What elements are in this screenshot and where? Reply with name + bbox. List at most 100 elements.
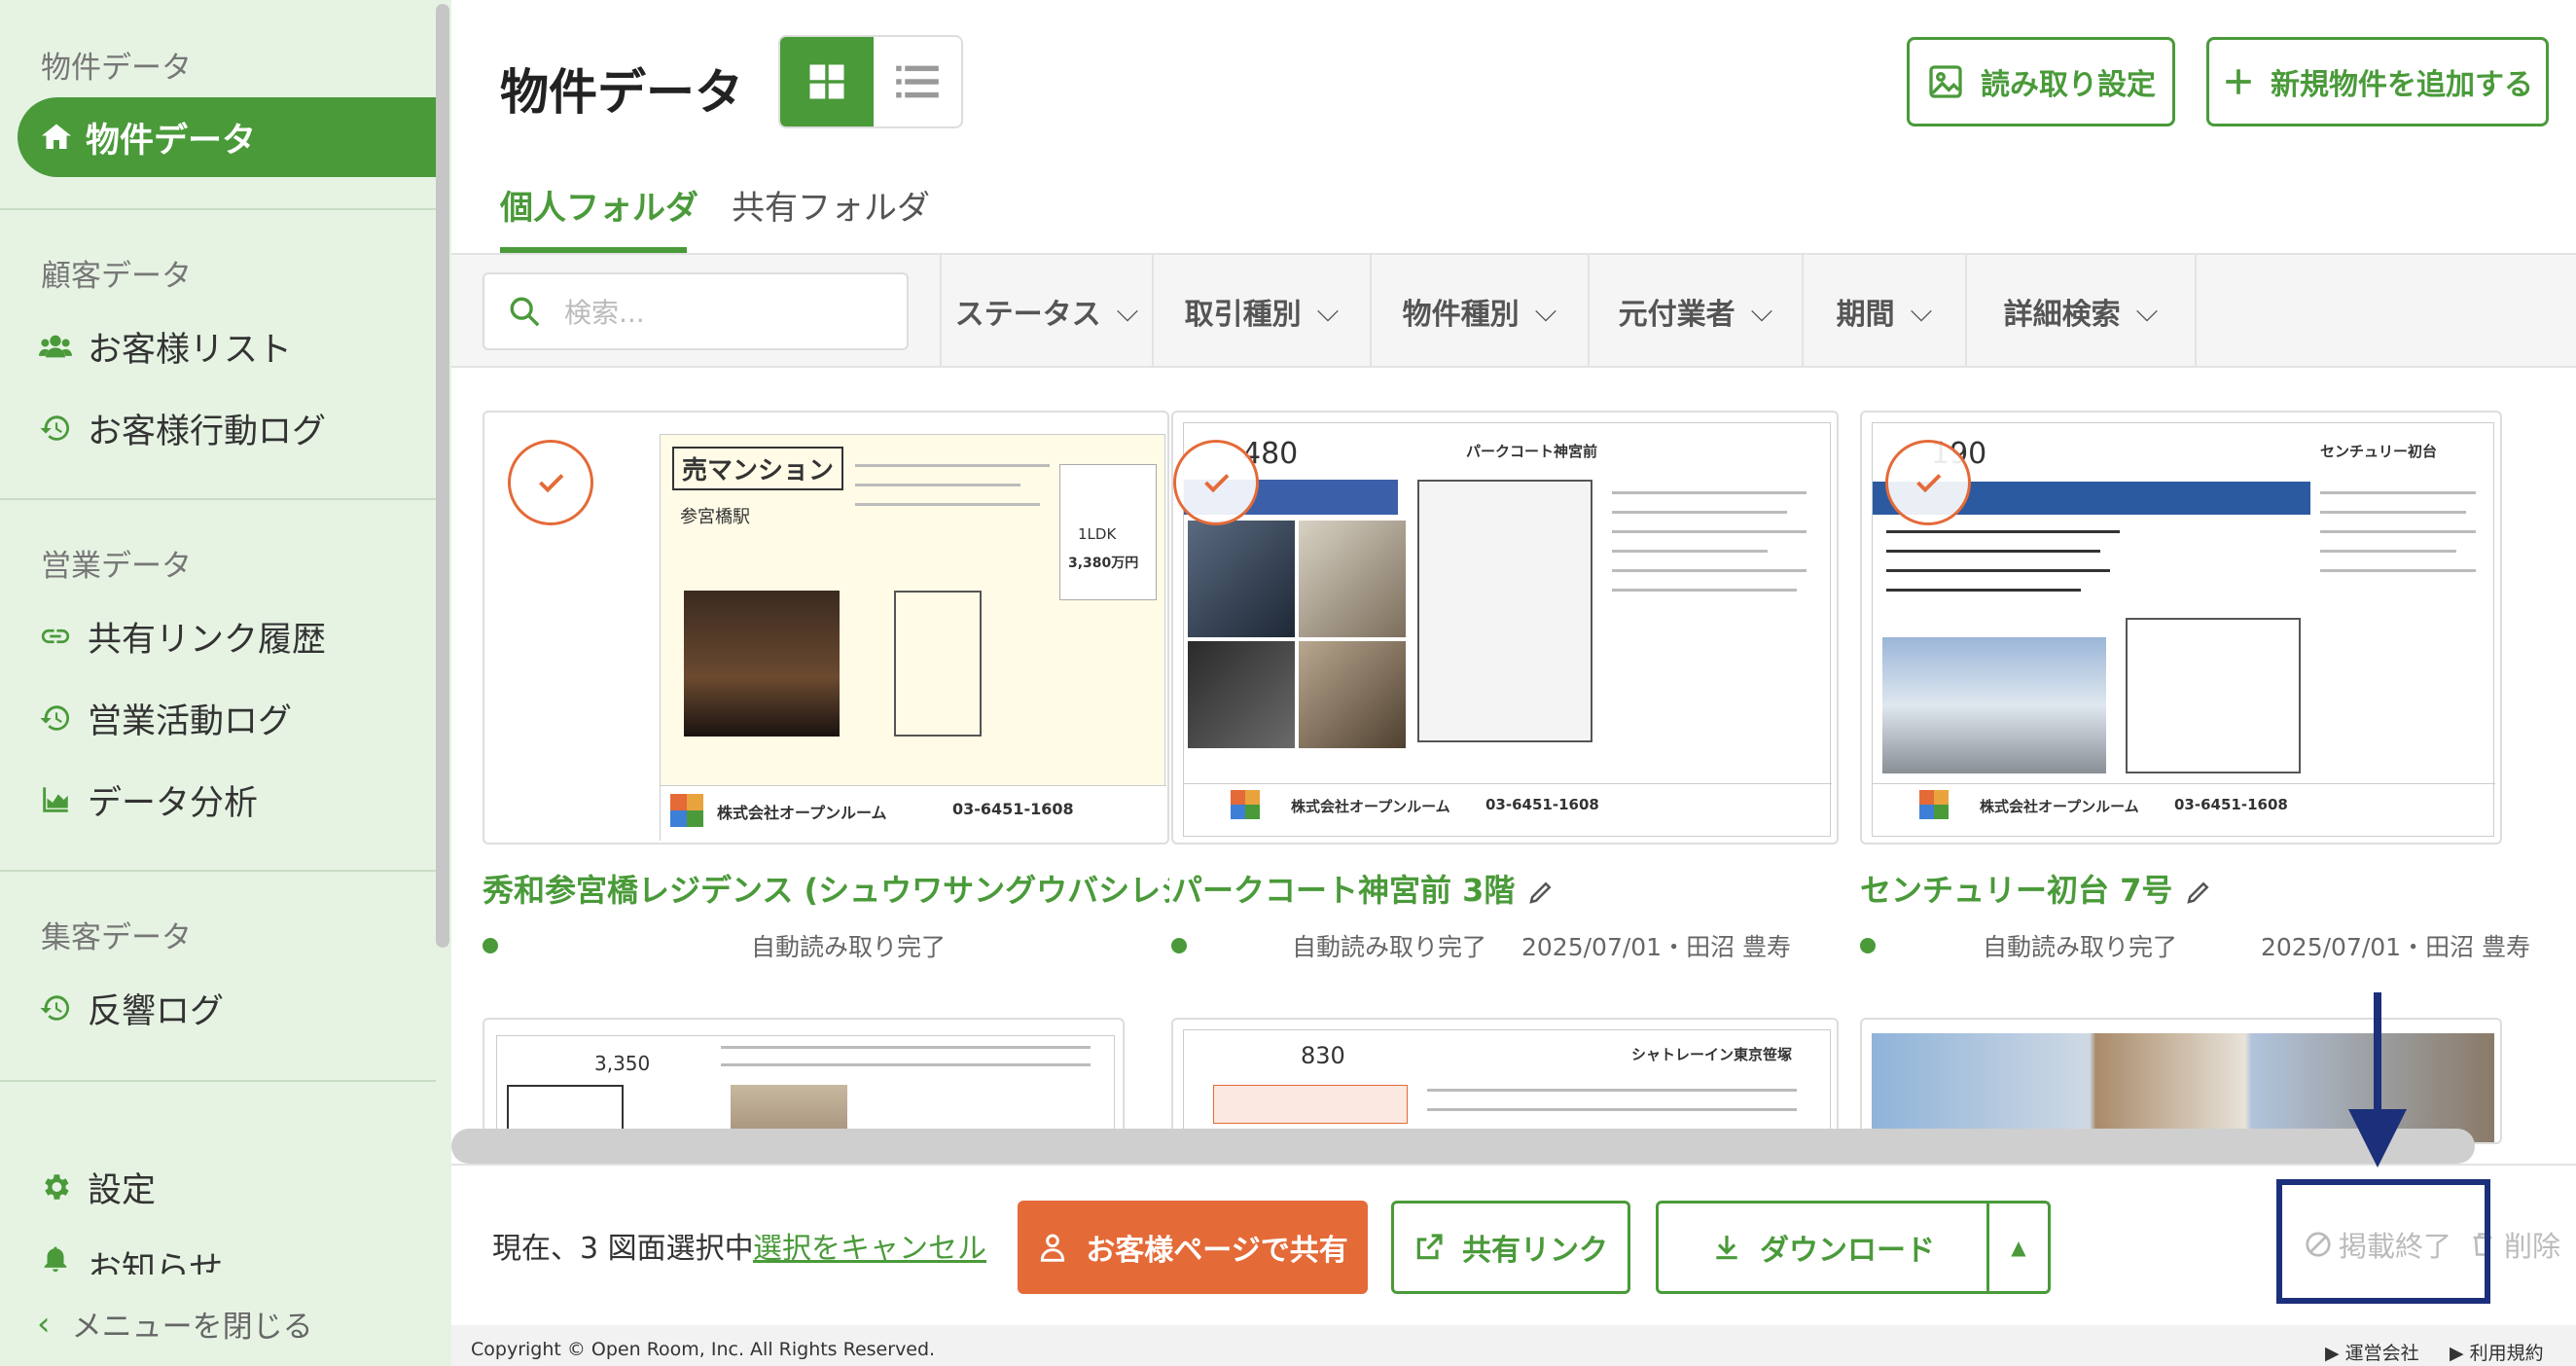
close-menu-button[interactable]: ‹ メニューを閉じる [37, 1302, 313, 1346]
check-icon [1916, 474, 1942, 493]
filter-transaction-type[interactable]: 取引種別 ⌵ [1152, 255, 1370, 368]
terms-link[interactable]: ▶ 利用規約 [2450, 1339, 2544, 1365]
property-card[interactable]: 売マンション 参宮橋駅 1LDK 3,380万円 株式会社オープンルーム 03-… [483, 411, 1169, 845]
list-icon [896, 65, 939, 98]
filter-bar: 検索... ステータス ⌵ 取引種別 ⌵ 物件種別 ⌵ 元付業者 ⌵ 期間 ⌵ 詳細検索 ⌵ [451, 255, 2576, 368]
image-settings-icon [1929, 65, 1962, 98]
filter-status[interactable]: ステータス ⌵ [940, 255, 1152, 368]
link-icon [41, 629, 70, 644]
share-link-button[interactable]: 共有リンク [1391, 1201, 1630, 1294]
sidebar-divider [0, 208, 436, 210]
sidebar-item-customer-list[interactable]: お客様リスト [39, 317, 292, 376]
scan-settings-button[interactable]: 読み取り設定 [1907, 37, 2175, 126]
filter-property-type[interactable]: 物件種別 ⌵ [1370, 255, 1588, 368]
download-icon [1716, 1236, 1737, 1260]
sidebar-scrollbar[interactable] [436, 4, 449, 948]
external-link-icon [1416, 1234, 1443, 1260]
status-text: 自動読み取り完了 [1983, 933, 2178, 961]
main-content: 物件データ 読み取り設定 新規物件を追加する 個人フォルダ 共有フォルダ 検索.… [451, 0, 2576, 1366]
user-icon [1041, 1234, 1065, 1262]
grid-view-button[interactable] [780, 37, 874, 126]
sidebar-item-analytics[interactable]: データ分析 [39, 771, 258, 829]
selected-check[interactable] [1885, 440, 1971, 525]
copyright: Copyright © Open Room, Inc. All Rights R… [471, 1339, 936, 1360]
card-title[interactable]: 秀和参宮橋レジデンス (シュウワサングウバシレジ [483, 866, 1169, 911]
room-photo [684, 591, 840, 737]
bell-icon [44, 1246, 67, 1273]
sidebar-item-response-log[interactable]: 反響ログ [39, 979, 224, 1037]
property-card[interactable]: 480 パークコート神宮前 株式会社オープンルーム 03-6451-1608 [1171, 411, 1839, 845]
users-icon [39, 335, 72, 358]
chevron-down-icon: ⌵ [1316, 294, 1340, 329]
download-menu-button[interactable]: ▲ [1986, 1201, 2051, 1294]
sidebar-item-settings[interactable]: 設定 [39, 1158, 156, 1216]
pencil-icon[interactable] [2184, 878, 2213, 907]
chevron-down-icon: ⌵ [1116, 294, 1139, 329]
company-link[interactable]: ▶ 運営会社 [2325, 1339, 2419, 1365]
history-icon [40, 705, 70, 731]
chevron-down-icon: ⌵ [1910, 294, 1933, 329]
sidebar-heading-marketing: 集客データ [41, 920, 192, 955]
sidebar-item-notice[interactable]: お知らせ [39, 1241, 223, 1275]
house-icon [42, 124, 71, 149]
sidebar-item-property-data[interactable]: 物件データ [18, 97, 436, 177]
status-text: 自動読み取り完了 [1292, 933, 1487, 961]
filter-period[interactable]: 期間 ⌵ [1802, 255, 1965, 368]
history-icon [40, 995, 70, 1021]
card-meta: 2025/07/01・田沼 豊寿 [1521, 933, 1792, 961]
selection-action-bar: 現在、3 図面選択中 選択をキャンセル お客様ページで共有 共有リンク ダウンロ… [451, 1164, 2576, 1325]
selected-check[interactable] [1173, 440, 1259, 525]
tab-shared-folder[interactable]: 共有フォルダ [732, 181, 930, 229]
status-dot [483, 938, 498, 953]
view-toggle [778, 35, 963, 128]
grid-icon [809, 64, 844, 99]
horizontal-scrollbar[interactable] [451, 1129, 2475, 1164]
sidebar-item-sales-log[interactable]: 営業活動ログ [39, 689, 292, 747]
list-view-button[interactable] [874, 37, 961, 126]
flyer-thumbnail: 売マンション 参宮橋駅 1LDK 3,380万円 株式会社オープンルーム 03-… [660, 434, 1166, 842]
status-dot [1171, 938, 1187, 953]
filter-advanced-search[interactable]: 詳細検索 ⌵ [1965, 255, 2197, 368]
sidebar-item-share-history[interactable]: 共有リンク履歴 [39, 607, 326, 665]
pencil-icon[interactable] [1526, 878, 1556, 907]
filter-source-agent[interactable]: 元付業者 ⌵ [1588, 255, 1802, 368]
card-meta: 2025/07/01・田沼 豊寿 [2261, 933, 2531, 961]
chart-icon [43, 787, 68, 812]
plus-icon [2226, 69, 2251, 94]
check-icon [1204, 474, 1230, 493]
status-text: 自動読み取り完了 [751, 933, 947, 961]
chevron-left-icon: ‹ [37, 1304, 51, 1344]
gear-icon [45, 1174, 69, 1200]
card-title[interactable]: パークコート神宮前 3階 [1171, 866, 1556, 911]
sidebar-item-label: 物件データ [86, 121, 257, 161]
search-input[interactable]: 検索... [483, 272, 909, 350]
sidebar-divider [0, 498, 436, 500]
annotation-arrow-head [2348, 1109, 2407, 1168]
sidebar-item-customer-log[interactable]: お客様行動ログ [39, 399, 326, 457]
sidebar: 物件データ 物件データ 顧客データ お客様リスト お客様行動ログ 営業データ 共… [0, 0, 451, 1366]
status-dot [1860, 938, 1876, 953]
tab-personal-folder[interactable]: 個人フォルダ [500, 181, 698, 229]
footer: Copyright © Open Room, Inc. All Rights R… [451, 1325, 2576, 1366]
property-card[interactable]: 830 シャトレーイン東京笹塚 [1171, 1018, 1839, 1144]
floor-plan [2126, 618, 2301, 773]
sidebar-divider [0, 1080, 436, 1082]
sidebar-divider [0, 870, 436, 872]
search-icon [510, 297, 540, 327]
property-card[interactable]: 3,350 [483, 1018, 1125, 1144]
card-title[interactable]: センチュリー初台 7号 [1860, 866, 2213, 911]
flyer-thumbnail: 480 パークコート神宮前 株式会社オープンルーム 03-6451-1608 [1183, 422, 1832, 837]
floor-plan [894, 591, 982, 737]
annotation-highlight-box [2276, 1179, 2490, 1304]
history-icon [40, 415, 70, 441]
download-button[interactable]: ダウンロード [1656, 1201, 1990, 1294]
chevron-down-icon: ⌵ [1750, 294, 1773, 329]
selected-check[interactable] [508, 440, 593, 525]
sidebar-heading-property: 物件データ [41, 51, 192, 86]
flyer-thumbnail: 830 シャトレーイン東京笹塚 [1183, 1029, 1831, 1142]
property-card[interactable]: 190 センチュリー初台 株式会社オープンルーム 03-6451-1608 [1860, 411, 2502, 845]
add-property-button[interactable]: 新規物件を追加する [2206, 37, 2549, 126]
share-customer-page-button[interactable]: お客様ページで共有 [1018, 1201, 1368, 1294]
annotation-arrow [2374, 992, 2381, 1119]
cancel-selection-link[interactable]: 選択をキャンセル [753, 1224, 986, 1267]
